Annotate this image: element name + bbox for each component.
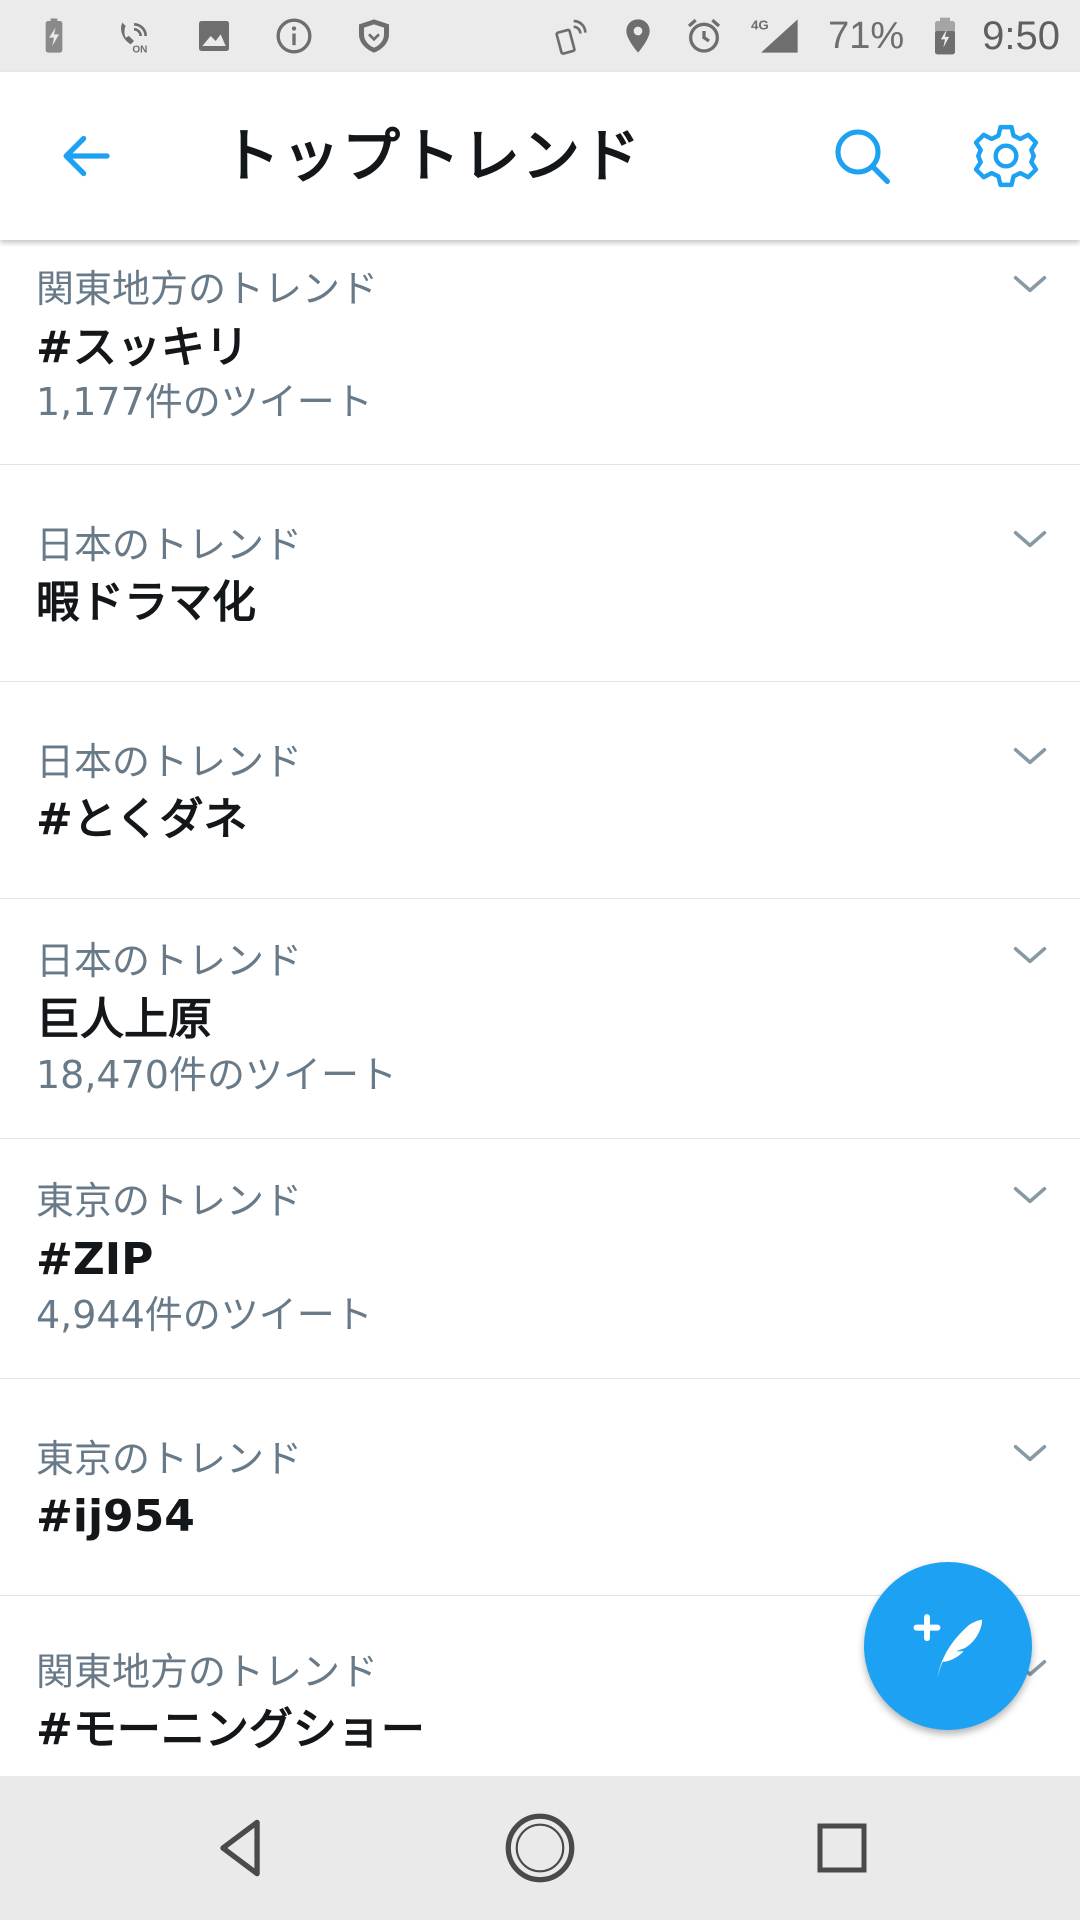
compose-tweet-button[interactable] — [864, 1562, 1032, 1730]
screen: ON 4G 71% 9:50 トップトレンド 関東地方のトレンド #スッキリ 1… — [0, 0, 1080, 1920]
svg-text:4G: 4G — [751, 17, 769, 32]
trend-item[interactable]: 東京のトレンド #ij954 — [0, 1379, 1080, 1596]
status-bar-left: ON — [34, 14, 394, 58]
status-bar-right: 4G 71% 9:50 — [552, 14, 1060, 59]
trend-context: 東京のトレンド — [36, 1179, 303, 1223]
chevron-down-icon[interactable] — [1010, 1439, 1050, 1469]
chevron-down-icon[interactable] — [1010, 1181, 1050, 1211]
trend-tweet-count: 4,944件のツイート — [36, 1293, 373, 1337]
battery-charging-icon — [34, 14, 74, 58]
trend-name: 暇ドラマ化 — [36, 577, 256, 628]
info-icon — [274, 14, 314, 58]
trend-name: 巨人上原 — [36, 994, 212, 1045]
alarm-icon — [684, 14, 724, 58]
page-title: トップトレンド — [222, 122, 643, 190]
chevron-down-icon[interactable] — [1010, 941, 1050, 971]
trend-item[interactable]: 関東地方のトレンド #スッキリ 1,177件のツイート — [0, 240, 1080, 465]
trend-context: 関東地方のトレンド — [36, 1650, 379, 1694]
signal-icon: 4G — [750, 14, 802, 58]
chevron-down-icon[interactable] — [1010, 742, 1050, 772]
recents-nav-icon — [817, 1823, 867, 1873]
compose-tweet-icon — [913, 1614, 983, 1678]
trend-name: #スッキリ — [36, 322, 249, 373]
battery-percent: 71% — [828, 14, 905, 57]
trend-list: 関東地方のトレンド #スッキリ 1,177件のツイート 日本のトレンド 暇ドラマ… — [0, 240, 1080, 1776]
app-bar: トップトレンド — [0, 72, 1080, 240]
location-icon — [618, 14, 658, 58]
back-button[interactable] — [52, 122, 120, 190]
battery-icon — [930, 14, 960, 58]
home-nav-icon — [505, 1813, 575, 1883]
trend-name: #モーニングショー — [36, 1704, 425, 1755]
search-button[interactable] — [826, 120, 898, 192]
wifi-calling-icon: ON — [114, 14, 154, 58]
gear-icon — [973, 124, 1039, 188]
arrow-left-icon — [63, 135, 110, 177]
home-nav-button[interactable] — [498, 1806, 582, 1890]
navigation-bar — [0, 1776, 1080, 1920]
trend-name: #ZIP — [36, 1234, 154, 1285]
trend-item[interactable]: 東京のトレンド #ZIP 4,944件のツイート — [0, 1139, 1080, 1379]
status-bar: ON 4G 71% 9:50 — [0, 0, 1080, 72]
recents-nav-button[interactable] — [800, 1806, 884, 1890]
svg-text:ON: ON — [132, 45, 147, 56]
trend-tweet-count: 18,470件のツイート — [36, 1053, 397, 1097]
trend-context: 日本のトレンド — [36, 740, 303, 784]
trend-context: 日本のトレンド — [36, 523, 303, 567]
image-icon — [194, 14, 234, 58]
trend-context: 関東地方のトレンド — [36, 267, 379, 311]
nfc-icon — [552, 14, 592, 58]
trend-context: 日本のトレンド — [36, 939, 303, 983]
chevron-down-icon[interactable] — [1010, 525, 1050, 555]
trend-item[interactable]: 日本のトレンド #とくダネ — [0, 682, 1080, 899]
trend-item[interactable]: 日本のトレンド 巨人上原 18,470件のツイート — [0, 899, 1080, 1139]
trend-tweet-count: 1,177件のツイート — [36, 380, 373, 424]
trend-name: #とくダネ — [36, 794, 248, 845]
clock: 9:50 — [982, 13, 1060, 58]
back-nav-icon — [220, 1819, 260, 1877]
trend-context: 東京のトレンド — [36, 1437, 303, 1481]
settings-button[interactable] — [968, 118, 1044, 194]
shield-icon — [354, 14, 394, 58]
search-icon — [835, 129, 890, 184]
back-nav-button[interactable] — [198, 1806, 282, 1890]
trend-name: #ij954 — [36, 1491, 195, 1542]
chevron-down-icon[interactable] — [1010, 270, 1050, 300]
trend-item[interactable]: 日本のトレンド 暇ドラマ化 — [0, 465, 1080, 682]
